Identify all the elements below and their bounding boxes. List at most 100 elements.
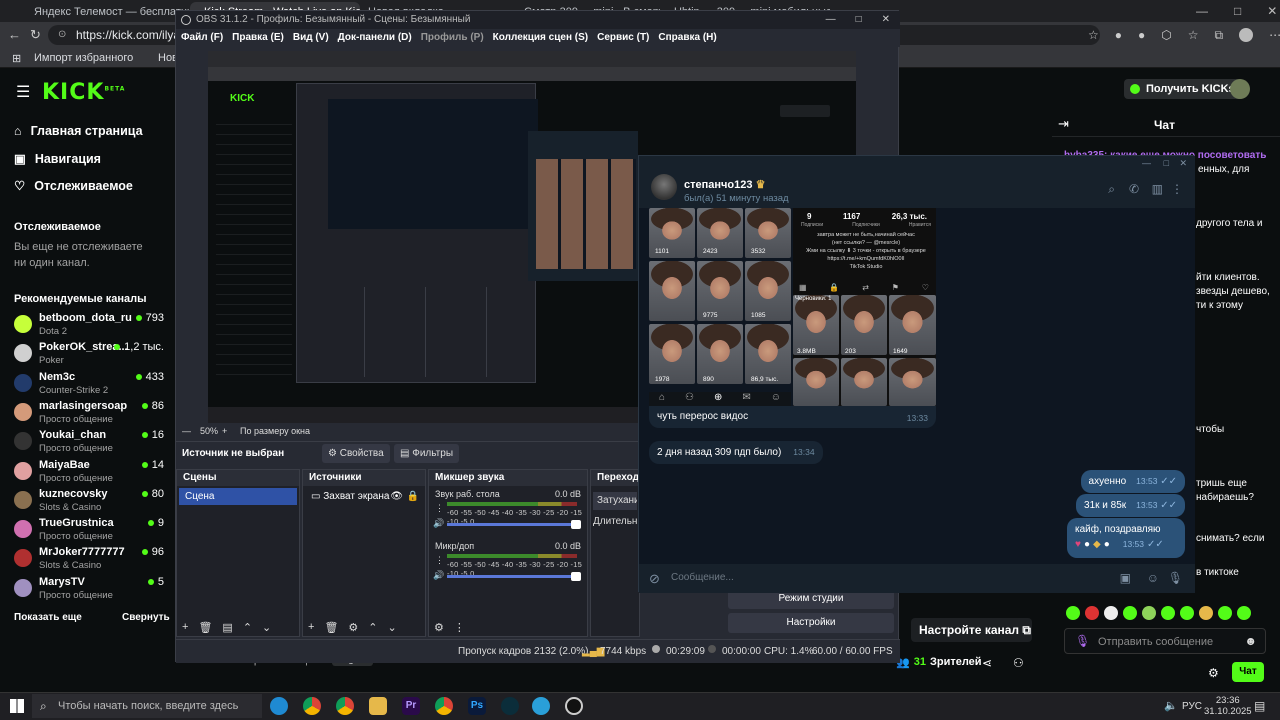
menu-help[interactable]: Справка (H) xyxy=(658,29,716,47)
emote-icon[interactable] xyxy=(1142,606,1156,620)
photoshop-icon[interactable]: Ps xyxy=(468,697,486,715)
taskbar-search[interactable]: ⌕ Чтобы начать поиск, введите здесь xyxy=(32,694,262,718)
volume-slider-handle[interactable] xyxy=(571,572,581,581)
windows-start-icon[interactable] xyxy=(10,699,24,713)
chat-settings-gear-icon[interactable]: ⚙ xyxy=(1208,666,1219,680)
speaker-icon[interactable]: 🔊 xyxy=(433,570,444,581)
volume-slider-handle[interactable] xyxy=(571,520,581,529)
zoom-mode-select[interactable]: По размеру окна xyxy=(240,426,310,436)
call-icon[interactable]: ✆ xyxy=(1129,182,1139,196)
emote-icon[interactable] xyxy=(1066,606,1080,620)
file-explorer-icon[interactable] xyxy=(369,697,387,715)
menu-scene-collection[interactable]: Коллекция сцен (S) xyxy=(493,29,588,47)
zoom-increase-icon[interactable]: + xyxy=(222,426,227,436)
transition-select[interactable]: Затухани xyxy=(593,492,637,510)
emoji-icon[interactable]: ☺ xyxy=(1147,571,1159,585)
filter-icon[interactable]: ▤ xyxy=(222,621,232,634)
notifications-icon[interactable]: ▤ xyxy=(1254,699,1265,713)
chat-send-button[interactable]: Чат xyxy=(1232,662,1264,682)
channel-item[interactable]: Youkai_chan Просто общение 16 xyxy=(14,429,164,457)
extensions-puzzle-icon[interactable]: ⬡ xyxy=(1161,28,1171,43)
menu-edit[interactable]: Правка (E) xyxy=(232,29,284,47)
minimize-icon[interactable]: — xyxy=(826,11,836,29)
follow-user-icon[interactable]: ⚇ xyxy=(1013,656,1024,670)
incoming-message[interactable]: 2 дня назад 309 пдп было) 13:34 xyxy=(649,441,823,464)
emote-icon[interactable] xyxy=(1180,606,1194,620)
zoom-level[interactable]: 50% xyxy=(200,426,218,436)
hamburger-menu-icon[interactable]: ☰ xyxy=(16,82,30,102)
extension-icon[interactable]: ● xyxy=(1115,28,1122,43)
chrome-icon[interactable] xyxy=(303,697,321,715)
speaker-icon[interactable]: 🔈 xyxy=(1164,699,1178,712)
back-icon[interactable]: ← xyxy=(8,27,21,42)
outgoing-message[interactable]: кайф, поздравляю ♥ ● ◆ ● 13:53 ✓✓ xyxy=(1067,518,1185,558)
channel-item[interactable]: Nem3c Counter-Strike 2 433 xyxy=(14,371,164,399)
user-avatar[interactable] xyxy=(1230,79,1250,99)
collections-icon[interactable]: ⧉ xyxy=(1215,28,1224,43)
gear-icon[interactable]: ⚙ xyxy=(348,621,358,634)
mixer-menu-icon[interactable]: ⋮ xyxy=(454,621,465,634)
move-down-icon[interactable]: ⌄ xyxy=(262,621,271,634)
app-icon[interactable] xyxy=(501,697,519,715)
browser-tab[interactable]: Яндекс Телемост — бесплатные xyxy=(20,2,190,22)
sidebar-toggle-icon[interactable]: ▥ xyxy=(1152,182,1163,196)
nav-browse[interactable]: ▣ Навигация xyxy=(14,151,101,167)
message-photo[interactable]: 9 1167 26,3 тыс. Подписки Подписчики Нра… xyxy=(793,208,936,406)
emoji-picker-icon[interactable]: ☻ xyxy=(1244,634,1257,648)
settings-button[interactable]: Настройки xyxy=(728,613,894,633)
outgoing-message[interactable]: 31к и 85к 13:53 ✓✓ xyxy=(1076,494,1185,517)
scene-list-item[interactable]: Сцена xyxy=(179,488,297,505)
channel-item[interactable]: marlasingersoap Просто общение 86 xyxy=(14,400,164,428)
message-input[interactable]: Сообщение... xyxy=(671,572,734,583)
contact-avatar[interactable] xyxy=(651,174,677,200)
close-icon[interactable]: ✕ xyxy=(882,11,890,29)
more-icon[interactable]: ⋮ xyxy=(1171,182,1183,196)
channel-item[interactable]: MrJoker7777777 Slots & Casino 96 xyxy=(14,546,164,574)
chrome-icon[interactable] xyxy=(336,697,354,715)
speaker-icon[interactable]: 🔊 xyxy=(433,518,444,529)
volume-slider[interactable] xyxy=(447,572,581,581)
menu-tools[interactable]: Сервис (T) xyxy=(597,29,649,47)
message-photo[interactable]: 1101 2423 3532 9775 1085 1978 890 86,9 т… xyxy=(649,208,791,391)
mixer-menu-icon[interactable]: ⋮ xyxy=(435,555,444,566)
close-icon[interactable]: ✕ xyxy=(1267,4,1277,18)
mixer-menu-icon[interactable]: ⋮ xyxy=(435,503,444,514)
trash-icon[interactable]: 🗑 xyxy=(198,621,212,634)
emote-icon[interactable] xyxy=(1199,606,1213,620)
mixer-settings-icon[interactable]: ⚙ xyxy=(434,621,444,634)
minimize-icon[interactable]: — xyxy=(1142,158,1151,168)
collapse-button[interactable]: Свернуть xyxy=(122,612,170,623)
lock-icon[interactable]: 🔒 xyxy=(407,488,419,505)
menu-profile[interactable]: Профиль (P) xyxy=(421,29,484,47)
nav-home[interactable]: ⌂ Главная страница xyxy=(14,124,143,138)
schedule-icon[interactable]: ▣ xyxy=(1120,571,1131,585)
visibility-eye-icon[interactable]: 👁 xyxy=(390,488,403,505)
search-icon[interactable]: ⌕ xyxy=(1108,182,1115,197)
nav-following[interactable]: ♡ Отслеживаемое xyxy=(14,178,133,194)
profile-avatar[interactable] xyxy=(1239,28,1254,42)
channel-item[interactable]: betboom_dota_ru Dota 2 793 xyxy=(14,312,164,340)
channel-item[interactable]: TrueGrustnica Просто общение 9 xyxy=(14,517,164,545)
edge-icon[interactable] xyxy=(270,697,288,715)
volume-slider[interactable] xyxy=(447,520,581,529)
emote-icon[interactable] xyxy=(1161,606,1175,620)
premiere-pro-icon[interactable]: Pr xyxy=(402,697,420,715)
channel-item[interactable]: MarysTV Просто общение 5 xyxy=(14,576,164,604)
attach-icon[interactable]: ⊘ xyxy=(649,571,660,587)
chrome-icon[interactable] xyxy=(435,697,453,715)
emote-icon[interactable] xyxy=(1237,606,1251,620)
trash-icon[interactable]: 🗑 xyxy=(324,621,338,634)
menu-view[interactable]: Вид (V) xyxy=(293,29,329,47)
contact-name[interactable]: степанчо123 ♛ xyxy=(684,178,765,191)
share-icon[interactable]: ⋖ xyxy=(982,656,992,670)
input-language[interactable]: РУС xyxy=(1182,701,1202,712)
kick-logo[interactable]: KICKBETA xyxy=(42,80,125,105)
channel-item[interactable]: MaiyaBae Просто общение 14 xyxy=(14,459,164,487)
show-more-button[interactable]: Показать еще xyxy=(14,612,82,623)
channel-settings-button[interactable]: Настройте канал ⧉ xyxy=(911,618,1032,642)
maximize-icon[interactable]: □ xyxy=(856,11,862,29)
collapse-chat-icon[interactable]: ⇥ xyxy=(1058,116,1069,132)
favorites-icon[interactable]: ☆ xyxy=(1188,28,1199,43)
zoom-decrease-icon[interactable]: — xyxy=(182,426,191,436)
channel-item[interactable]: kuznecovsky Slots & Casino 80 xyxy=(14,488,164,516)
